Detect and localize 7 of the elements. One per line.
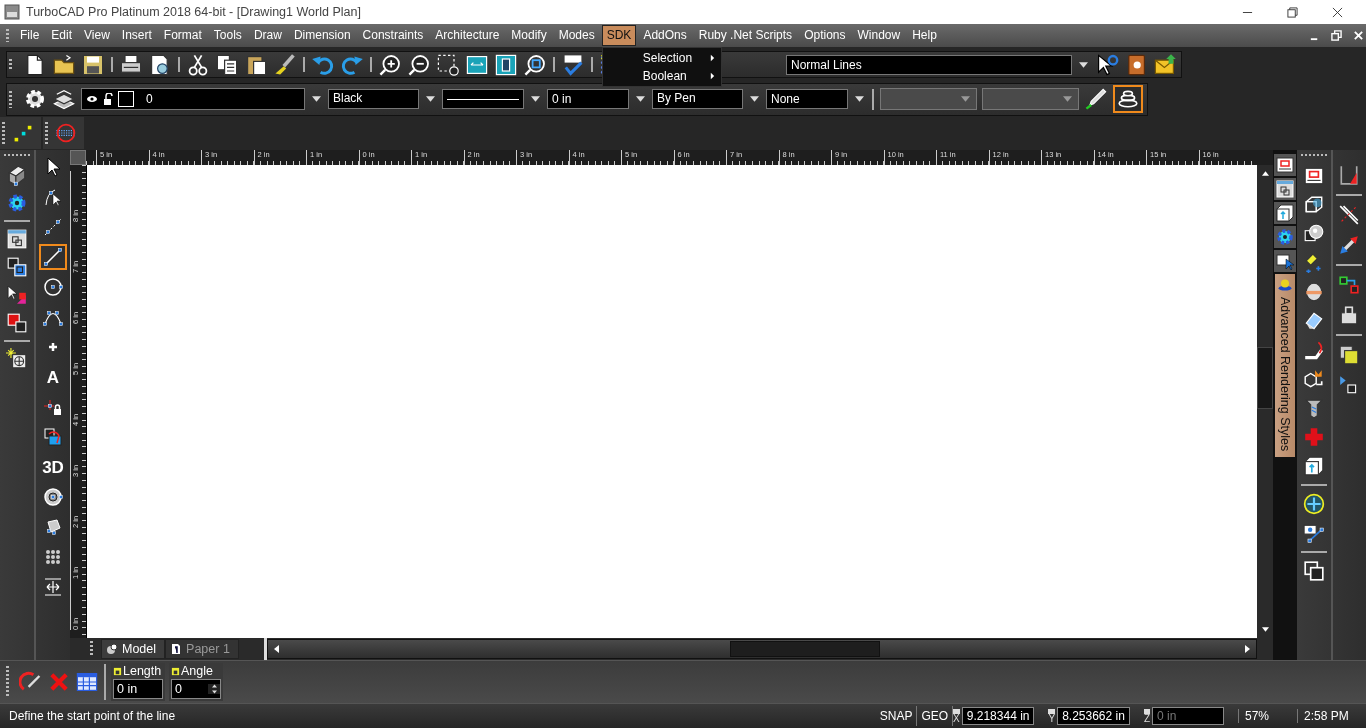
field-label: Length — [123, 664, 162, 678]
status-message: Define the start point of the line — [9, 709, 176, 723]
layer-name: 0 — [146, 92, 153, 106]
clock: 2:58 PM — [1297, 709, 1366, 723]
field-label: Angle — [181, 664, 213, 678]
window-title: TurboCAD Pro Platinum 2018 64-bit - [Drawing1 World Plan] — [26, 5, 361, 19]
zoom-level: 57% — [1238, 709, 1297, 723]
